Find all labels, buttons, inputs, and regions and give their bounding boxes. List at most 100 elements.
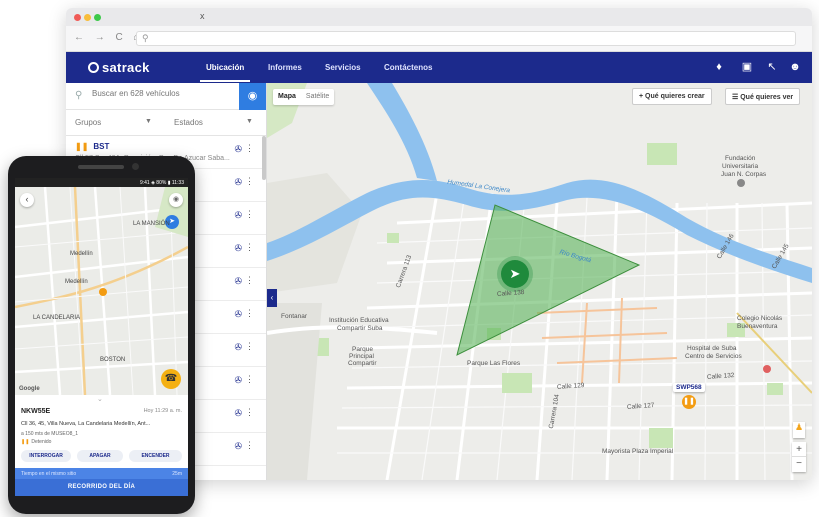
chevron-down-icon: ▼ [145, 118, 152, 125]
map-type-mapa[interactable]: Mapa [273, 89, 301, 104]
close-window-button[interactable] [74, 14, 81, 21]
vehicle-name: ❚❚ BST [75, 142, 110, 151]
bell-icon[interactable]: ♦ [712, 60, 726, 74]
vehicle-search-input[interactable] [92, 89, 232, 98]
layers-icon: ☰ [732, 94, 741, 101]
map-canvas [267, 83, 812, 480]
nav-informes[interactable]: Informes [268, 63, 302, 72]
more-options-icon[interactable]: ⋮ [245, 308, 254, 319]
more-options-icon[interactable]: ⋮ [245, 275, 254, 286]
map-label-hospital: Hospital de Suba [687, 345, 737, 352]
phone-label-boston: BOSTON [100, 357, 126, 363]
nav-contactenos[interactable]: Contáctenos [384, 63, 432, 72]
tab-close-icon[interactable]: x [200, 11, 205, 21]
route-icon[interactable]: ✇ [234, 342, 242, 353]
chevron-down-icon[interactable]: ⌄ [97, 395, 103, 403]
more-options-icon[interactable]: ⋮ [245, 242, 254, 253]
phone-speaker [78, 165, 124, 169]
map-label-colegio: Colegio Nicolás [737, 315, 783, 322]
create-button[interactable]: + Qué quieres crear [632, 88, 712, 105]
chevron-down-icon: ▼ [246, 118, 253, 125]
route-icon[interactable]: ✇ [234, 441, 242, 452]
route-icon[interactable]: ✇ [234, 177, 242, 188]
vehicle-detail-card: ⌄ NKW55E Hoy 11:29 a. m. Cll 36, 45, Vil… [15, 395, 188, 496]
eye-icon[interactable]: ◉ [169, 193, 183, 207]
account-icon[interactable]: ☻ [788, 60, 802, 74]
interrogate-button[interactable]: INTERROGAR [21, 450, 71, 462]
river-branch [367, 83, 437, 181]
call-button[interactable]: ☎ [161, 369, 181, 389]
map-type-satelite[interactable]: Satélite [301, 89, 334, 104]
route-icon[interactable]: ✇ [234, 243, 242, 254]
map-label-parque-flores: Parque Las Flores [467, 360, 521, 367]
map-label-compartir: Compartir Suba [337, 325, 383, 332]
more-options-icon[interactable]: ⋮ [245, 407, 254, 418]
groups-dropdown[interactable]: Grupos ▼ [75, 118, 152, 127]
map-label-centro: Centro de Servicios [685, 353, 742, 360]
phone-vehicle-marker[interactable] [99, 288, 107, 296]
phone-device: 9:41 ◈ 80% ▮ 11:33 ‹ ◉ ➤ Medellín Medell… [8, 156, 195, 514]
map-label-parque-principal: Principal [349, 353, 374, 360]
map-label-parque: Parque [352, 346, 373, 353]
nav-servicios[interactable]: Servicios [325, 63, 361, 72]
sidebar-scrollbar[interactable] [262, 136, 266, 180]
map-label-fundacion: Fundación [725, 155, 756, 162]
more-options-icon[interactable]: ⋮ [245, 176, 254, 187]
route-icon[interactable]: ✇ [234, 144, 242, 155]
hospital-pin-icon[interactable] [763, 365, 771, 373]
view-layers-button[interactable]: ☰ Qué quieres ver [725, 88, 801, 105]
location-pin-button[interactable]: ◉ [239, 83, 266, 110]
cursor-icon[interactable]: ↖ [765, 60, 779, 74]
map-label-fontanar: Fontanar [281, 313, 308, 320]
collapse-sidebar-button[interactable]: ‹ [267, 289, 277, 307]
daily-trip-button[interactable]: RECORRIDO DEL DÍA [15, 479, 188, 496]
message-icon[interactable]: ▣ [740, 60, 754, 74]
url-field[interactable]: ⚲ [136, 31, 796, 46]
route-icon[interactable]: ✇ [234, 210, 242, 221]
phone-label-candelaria: LA CANDELARIA [33, 315, 81, 321]
route-icon[interactable]: ✇ [234, 375, 242, 386]
map-label-parque-compartir: Compartir [348, 360, 377, 367]
states-dropdown[interactable]: Estados ▼ [174, 118, 253, 127]
university-pin-icon[interactable] [737, 179, 745, 187]
logo-mark-icon [88, 62, 99, 73]
vehicle-address: Cll 36, 45, Villa Nueva, La Candelaria M… [21, 421, 151, 427]
search-icon: ⚲ [142, 33, 149, 43]
map-label-institucion: Institución Educativa [329, 317, 389, 324]
zoom-in-button[interactable]: + [792, 442, 806, 457]
pause-icon: ❚❚ [21, 439, 30, 445]
phone-status-bar: 9:41 ◈ 80% ▮ 11:33 [15, 178, 188, 187]
map-view[interactable]: ➤ SWP568 ❚❚ Humedal La Conejera Río Bogo… [267, 83, 812, 480]
vehicle-plate-label: SWP568 [673, 383, 705, 392]
more-options-icon[interactable]: ⋮ [245, 440, 254, 451]
vehicle-time: Hoy 11:29 a. m. [143, 408, 182, 414]
vehicle-marker[interactable]: ❚❚ [682, 395, 696, 409]
more-options-icon[interactable]: ⋮ [245, 209, 254, 220]
route-icon[interactable]: ✇ [234, 309, 242, 320]
more-options-icon[interactable]: ⋮ [245, 143, 254, 154]
more-options-icon[interactable]: ⋮ [245, 341, 254, 352]
turn-off-button[interactable]: APAGAR [77, 450, 123, 462]
maximize-window-button[interactable] [94, 14, 101, 21]
vehicle-search: ⚲ ◉ [66, 83, 266, 110]
geofence-center-marker[interactable]: ➤ [501, 260, 529, 288]
phone-label-medellin: Medellín [70, 251, 93, 257]
nav-ubicacion[interactable]: Ubicación [199, 63, 251, 82]
minimize-window-button[interactable] [84, 14, 91, 21]
street-view-icon[interactable]: ♟ [793, 422, 805, 438]
satrack-logo[interactable]: satrack [88, 60, 150, 75]
map-type-toggle: Mapa Satélite [273, 89, 335, 105]
route-icon[interactable]: ✇ [234, 408, 242, 419]
browser-nav-buttons[interactable]: ← → C ⌂ [74, 32, 144, 43]
zoom-out-button[interactable]: − [792, 457, 806, 472]
map-label-juan: Juan N. Corpas [721, 171, 767, 178]
more-options-icon[interactable]: ⋮ [245, 374, 254, 385]
phone-map[interactable]: ‹ ◉ ➤ Medellín Medellín LA CANDELARIA BO… [15, 187, 188, 395]
back-button[interactable]: ‹ [20, 193, 34, 207]
route-icon[interactable]: ✇ [234, 276, 242, 287]
zoom-control: + − [792, 442, 806, 472]
turn-on-button[interactable]: ENCENDER [129, 450, 182, 462]
google-logo: Google [19, 386, 40, 392]
map-label-universitaria: Universitaria [722, 163, 759, 170]
vehicle-plate: NKW55E [21, 408, 51, 415]
